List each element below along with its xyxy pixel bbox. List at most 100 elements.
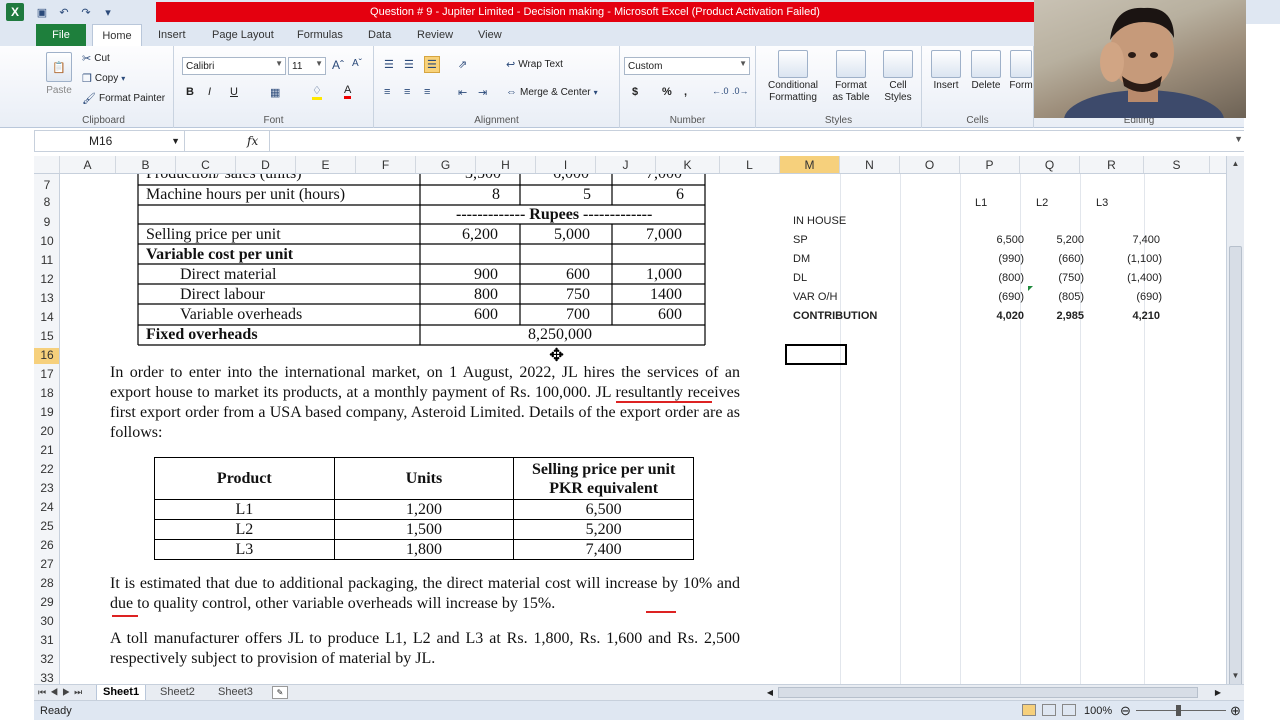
- zoom-level[interactable]: 100%: [1084, 705, 1112, 717]
- select-all-corner[interactable]: [34, 156, 60, 173]
- grow-font-button[interactable]: Aˆ: [332, 58, 344, 72]
- row-header-21[interactable]: 21: [34, 443, 59, 459]
- column-header-i[interactable]: I: [536, 156, 596, 173]
- decrease-decimal-button[interactable]: .0→: [732, 86, 749, 96]
- row-header-20[interactable]: 20: [34, 424, 59, 440]
- align-bottom-button[interactable]: ☰: [424, 56, 440, 73]
- column-header-q[interactable]: Q: [1020, 156, 1080, 173]
- customize-qat-icon[interactable]: ▾: [100, 4, 116, 20]
- column-header-e[interactable]: E: [296, 156, 356, 173]
- sheet-nav-icon[interactable]: ⏮◀▶⏭: [38, 685, 86, 700]
- italic-button[interactable]: I: [208, 86, 211, 98]
- percent-button[interactable]: %: [662, 86, 672, 98]
- row-header-9[interactable]: 9: [34, 215, 59, 231]
- row-header-27[interactable]: 27: [34, 557, 59, 573]
- column-header-c[interactable]: C: [176, 156, 236, 173]
- formula-input[interactable]: [269, 131, 1225, 151]
- row-header-10[interactable]: 10: [34, 234, 59, 250]
- underline-button[interactable]: U: [230, 86, 238, 98]
- column-header-l[interactable]: L: [720, 156, 780, 173]
- align-middle-button[interactable]: ☰: [404, 58, 414, 71]
- row-header-11[interactable]: 11: [34, 253, 59, 269]
- align-right-button[interactable]: ≡: [424, 86, 430, 98]
- tab-review[interactable]: Review: [411, 24, 459, 46]
- delete-cells-button[interactable]: Delete: [966, 50, 1006, 92]
- row-header-18[interactable]: 18: [34, 386, 59, 402]
- column-header-n[interactable]: N: [840, 156, 900, 173]
- row-header-24[interactable]: 24: [34, 500, 59, 516]
- row-header-8[interactable]: 8: [34, 195, 59, 211]
- row-header-28[interactable]: 28: [34, 576, 59, 592]
- align-center-button[interactable]: ≡: [404, 86, 410, 98]
- row-header-13[interactable]: 13: [34, 291, 59, 307]
- merge-center-button[interactable]: ⇔ Merge & Center ▾: [506, 86, 598, 98]
- column-header-p[interactable]: P: [960, 156, 1020, 173]
- horizontal-scroll-thumb[interactable]: [778, 687, 1198, 698]
- scroll-up-icon[interactable]: ▲: [1227, 156, 1244, 172]
- row-header-15[interactable]: 15: [34, 329, 59, 345]
- align-top-button[interactable]: ☰: [384, 58, 394, 71]
- scroll-thumb[interactable]: [1229, 246, 1242, 686]
- insert-sheet-icon[interactable]: ✎: [272, 686, 288, 699]
- column-header-s[interactable]: S: [1144, 156, 1210, 173]
- row-header-16[interactable]: 16: [34, 348, 59, 364]
- column-header-h[interactable]: H: [476, 156, 536, 173]
- name-box[interactable]: M16 ▼: [35, 131, 185, 151]
- paste-button[interactable]: 📋 Paste: [42, 52, 76, 96]
- column-header-j[interactable]: J: [596, 156, 656, 173]
- increase-decimal-button[interactable]: ←.0: [712, 86, 729, 96]
- copy-button[interactable]: ❐ Copy ▾: [82, 72, 125, 85]
- borders-button[interactable]: ▦: [270, 86, 280, 99]
- tab-view[interactable]: View: [472, 24, 508, 46]
- excel-logo-icon[interactable]: X: [6, 3, 24, 21]
- zoom-in-icon[interactable]: ⊕: [1230, 703, 1241, 719]
- zoom-out-icon[interactable]: ⊖: [1120, 703, 1131, 719]
- row-header-19[interactable]: 19: [34, 405, 59, 421]
- font-name-combo[interactable]: Calibri ▼: [182, 57, 286, 75]
- pasted-question-image[interactable]: Production/ sales (units) 3,500 6,000 7,…: [60, 174, 785, 684]
- sheet-tab-sheet2[interactable]: Sheet2: [154, 685, 201, 701]
- worksheet-grid[interactable]: Production/ sales (units) 3,500 6,000 7,…: [60, 174, 1226, 684]
- row-header-26[interactable]: 26: [34, 538, 59, 554]
- cell-styles-button[interactable]: Cell Styles: [878, 50, 918, 104]
- decrease-indent-button[interactable]: ⇤: [458, 86, 467, 99]
- page-layout-view-icon[interactable]: [1042, 704, 1056, 716]
- increase-indent-button[interactable]: ⇥: [478, 86, 487, 99]
- tab-formulas[interactable]: Formulas: [291, 24, 349, 46]
- vertical-scrollbar[interactable]: ▲ ▼: [1226, 156, 1244, 686]
- row-header-14[interactable]: 14: [34, 310, 59, 326]
- comma-button[interactable]: ,: [684, 86, 687, 98]
- format-as-table-button[interactable]: Format as Table: [826, 50, 876, 104]
- cut-button[interactable]: ✂ Cut: [82, 52, 110, 65]
- column-header-m[interactable]: M: [780, 156, 840, 173]
- sheet-tab-sheet1[interactable]: Sheet1: [96, 685, 147, 701]
- scroll-right-icon[interactable]: ▶: [1212, 686, 1224, 699]
- orientation-button[interactable]: ⇗: [458, 58, 467, 71]
- column-header-o[interactable]: O: [900, 156, 960, 173]
- number-format-combo[interactable]: Custom ▼: [624, 57, 750, 75]
- shrink-font-button[interactable]: Aˇ: [352, 58, 362, 69]
- bold-button[interactable]: B: [186, 86, 194, 98]
- format-painter-button[interactable]: 🖌 Format Painter: [82, 92, 165, 105]
- column-header-a[interactable]: A: [60, 156, 116, 173]
- expand-formula-bar-icon[interactable]: ▼: [1234, 134, 1243, 144]
- row-header-23[interactable]: 23: [34, 481, 59, 497]
- active-cell-m16[interactable]: [785, 344, 847, 365]
- tab-file[interactable]: File: [36, 24, 86, 46]
- fx-icon[interactable]: fx: [247, 131, 258, 151]
- wrap-text-button[interactable]: ↩ Wrap Text: [506, 58, 563, 71]
- align-left-button[interactable]: ≡: [384, 86, 390, 98]
- font-color-button[interactable]: A: [344, 84, 352, 99]
- tab-home[interactable]: Home: [92, 24, 142, 46]
- font-size-combo[interactable]: 11 ▼: [288, 57, 326, 75]
- horizontal-scrollbar[interactable]: ◀ ▶: [764, 686, 1224, 699]
- column-header-f[interactable]: F: [356, 156, 416, 173]
- row-header-12[interactable]: 12: [34, 272, 59, 288]
- tab-data[interactable]: Data: [362, 24, 397, 46]
- redo-icon[interactable]: ↷: [78, 4, 94, 20]
- column-header-d[interactable]: D: [236, 156, 296, 173]
- undo-icon[interactable]: ↶: [56, 4, 72, 20]
- scroll-left-icon[interactable]: ◀: [764, 686, 776, 699]
- row-header-7[interactable]: 7: [34, 178, 59, 194]
- row-header-30[interactable]: 30: [34, 614, 59, 630]
